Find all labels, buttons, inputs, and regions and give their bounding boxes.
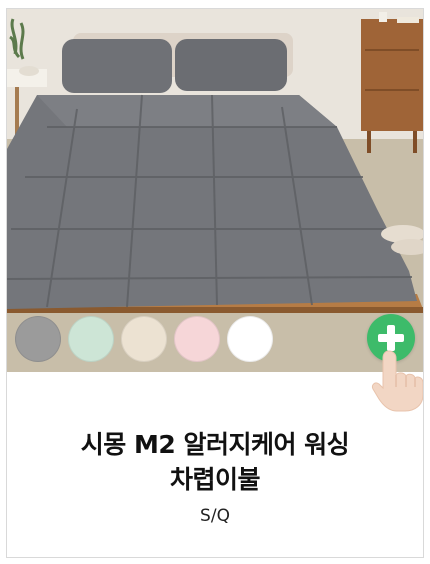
product-title-line1: 시몽 M2 알러지케어 워싱 [80, 430, 350, 459]
product-image[interactable] [7, 9, 423, 372]
product-info: 시몽 M2 알러지케어 워싱 차렵이불 S/Q [7, 372, 423, 526]
product-card[interactable]: 시몽 M2 알러지케어 워싱 차렵이불 S/Q [6, 8, 424, 558]
color-swatches [15, 316, 273, 362]
product-size: S/Q [200, 506, 230, 526]
swatch-gray[interactable] [15, 316, 61, 362]
swatch-pink[interactable] [174, 316, 220, 362]
product-title-line2: 차렵이불 [169, 465, 261, 494]
swatch-white[interactable] [227, 316, 273, 362]
swatch-mint[interactable] [68, 316, 114, 362]
swatch-beige[interactable] [121, 316, 167, 362]
product-title[interactable]: 시몽 M2 알러지케어 워싱 차렵이불 [7, 427, 423, 497]
